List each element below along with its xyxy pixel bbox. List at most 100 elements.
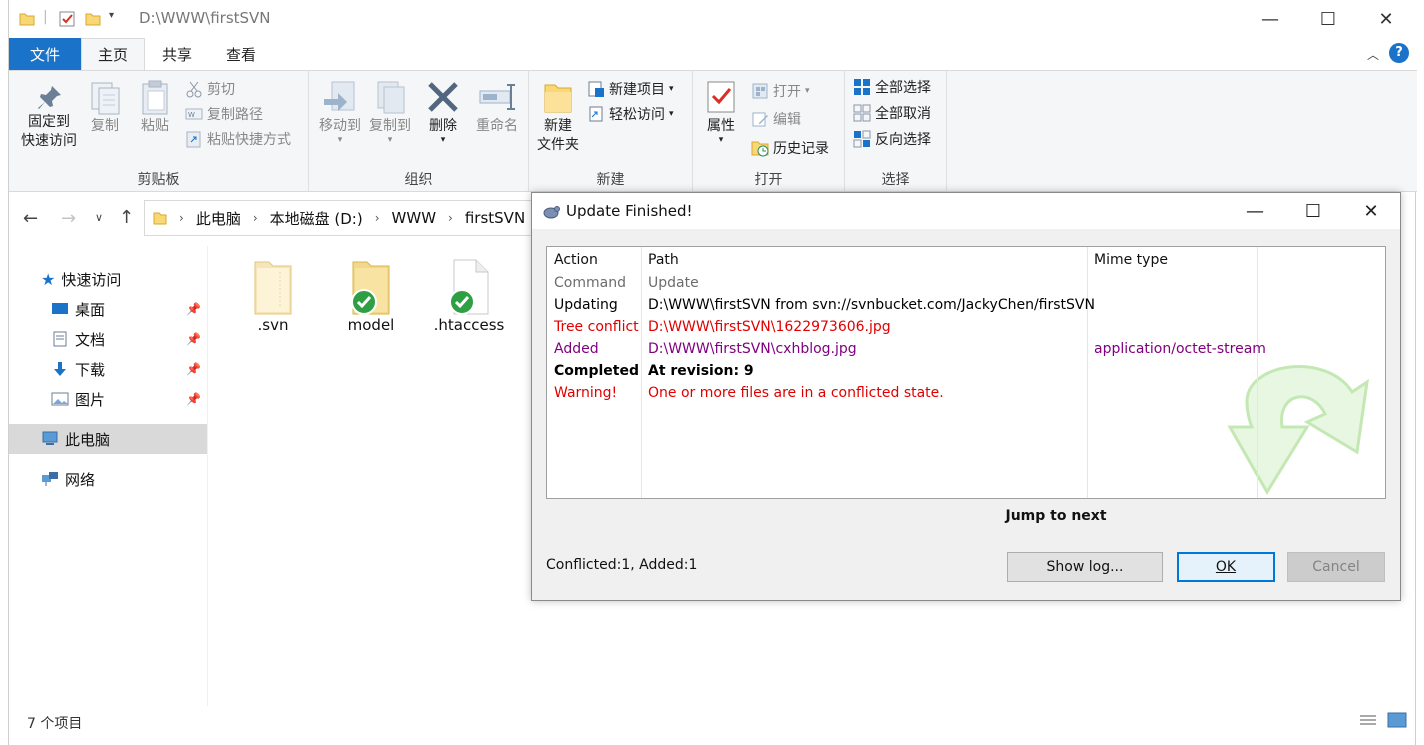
large-icons-view-icon[interactable] — [1387, 712, 1407, 728]
list-row[interactable]: Added D:\WWW\firstSVN\cxhblog.jpg applicat… — [547, 339, 1385, 361]
tab-share[interactable]: 共享 — [145, 38, 209, 70]
list-row[interactable]: Command Update — [547, 273, 1385, 295]
nav-documents[interactable]: 文档 📌 — [9, 324, 207, 354]
easy-access-button[interactable]: 轻松访问 ▾ — [587, 102, 674, 126]
cell-path: Update — [648, 275, 699, 291]
breadcrumb-local-disk[interactable]: 本地磁盘 (D:) — [270, 208, 363, 229]
edit-button[interactable]: 编辑 — [751, 107, 801, 131]
file-item-svn[interactable]: .svn — [228, 258, 318, 334]
jump-to-next-link[interactable]: Jump to next — [532, 508, 1400, 524]
nav-downloads[interactable]: 下载 📌 — [9, 354, 207, 384]
paste-button[interactable]: 粘贴 — [133, 79, 177, 136]
tab-file[interactable]: 文件 — [9, 38, 81, 70]
copy-path-icon: W — [185, 105, 203, 123]
chevron-right-icon: › — [179, 211, 184, 225]
breadcrumb-this-pc[interactable]: 此电脑 — [196, 208, 241, 229]
back-arrow-icon[interactable]: ← — [23, 208, 38, 229]
details-view-icon[interactable] — [1359, 714, 1377, 728]
new-folder-button[interactable]: 新建 文件夹 — [533, 79, 583, 155]
show-log-button[interactable]: Show log... — [1007, 552, 1163, 582]
list-row[interactable]: Completed At revision: 9 — [547, 361, 1385, 383]
new-folder-qat-icon[interactable] — [85, 11, 101, 27]
new-item-icon — [587, 80, 605, 98]
pin-icon[interactable]: 📌 — [186, 302, 201, 316]
file-name: model — [347, 316, 395, 334]
ribbon: 固定到 快速访问 复制 粘贴 剪切 W 复制路径 粘贴快捷方式 剪贴板 移动到 … — [9, 70, 1417, 192]
address-box[interactable]: › 此电脑 › 本地磁盘 (D:) › WWW › firstSVN — [144, 200, 534, 236]
dialog-title: Update Finished! — [566, 202, 693, 220]
copy-button[interactable]: 复制 — [83, 79, 127, 136]
list-row[interactable]: Updating D:\WWW\firstSVN from svn://svnbu… — [547, 295, 1385, 317]
file-item-model[interactable]: model — [326, 258, 416, 334]
ribbon-tabs: 文件 主页 共享 查看 ︿ ? — [9, 38, 1417, 70]
move-to-button[interactable]: 移动到 ▾ — [315, 79, 365, 145]
properties-qat-icon[interactable] — [59, 11, 75, 27]
svg-text:W: W — [188, 111, 195, 119]
properties-button[interactable]: 属性 ▾ — [701, 79, 741, 145]
paste-shortcut-button[interactable]: 粘贴快捷方式 — [185, 127, 291, 151]
select-none-button[interactable]: 全部取消 — [853, 101, 931, 125]
open-button[interactable]: 打开 ▾ — [751, 79, 810, 103]
pin-icon — [38, 86, 61, 109]
list-row[interactable]: Warning! One or more files are in a confl… — [547, 383, 1385, 405]
file-name: .svn — [257, 316, 289, 334]
qat-dropdown-icon[interactable]: ▾ — [109, 10, 114, 21]
history-button[interactable]: 历史记录 — [751, 136, 829, 160]
breadcrumb-firstsvn[interactable]: firstSVN — [465, 209, 525, 227]
copy-to-button[interactable]: 复制到 ▾ — [365, 79, 415, 145]
folder-icon — [19, 11, 35, 27]
scissors-icon — [185, 80, 203, 98]
cut-button[interactable]: 剪切 — [185, 77, 235, 101]
select-all-button[interactable]: 全部选择 — [853, 75, 931, 99]
pin-icon[interactable]: 📌 — [186, 332, 201, 346]
easy-access-icon — [587, 105, 605, 123]
copy-path-button[interactable]: W 复制路径 — [185, 102, 263, 126]
recent-locations-chevron-icon[interactable]: ∨ — [95, 211, 103, 224]
update-summary: Conflicted:1, Added:1 — [546, 557, 698, 573]
pin-quick-access-button[interactable]: 固定到 快速访问 — [17, 83, 81, 151]
rename-icon — [479, 84, 515, 110]
dialog-close-button[interactable]: ✕ — [1342, 193, 1400, 229]
nav-network[interactable]: 网络 — [9, 464, 207, 494]
maximize-button[interactable]: ☐ — [1299, 0, 1357, 38]
rename-button[interactable]: 重命名 — [469, 79, 525, 136]
forward-arrow-icon[interactable]: → — [61, 208, 76, 229]
breadcrumb-www[interactable]: WWW — [392, 209, 437, 227]
column-header-action[interactable]: Action — [554, 252, 598, 268]
tab-view[interactable]: 查看 — [209, 38, 273, 70]
pin-icon[interactable]: 📌 — [186, 362, 201, 376]
file-icon — [449, 259, 489, 315]
navigation-pane: ★ 快速访问 桌面 📌 文档 📌 下载 📌 图片 📌 此电脑 网络 — [9, 246, 207, 706]
cancel-button[interactable]: Cancel — [1287, 552, 1385, 582]
close-button[interactable]: ✕ — [1357, 0, 1415, 38]
file-item-htaccess[interactable]: .htaccess — [424, 258, 514, 334]
ok-button[interactable]: OK — [1177, 552, 1275, 582]
help-icon[interactable]: ? — [1389, 43, 1409, 63]
explorer-titlebar: | ▾ D:\WWW\firstSVN — ☐ ✕ — [9, 0, 1417, 38]
tab-home[interactable]: 主页 — [81, 38, 145, 70]
status-bar: 7 个项目 — [9, 706, 1417, 736]
column-header-path[interactable]: Path — [648, 252, 679, 268]
new-item-button[interactable]: 新建项目 ▾ — [587, 77, 674, 101]
select-all-icon — [853, 78, 871, 96]
up-arrow-icon[interactable]: ↑ — [119, 207, 134, 228]
nav-this-pc[interactable]: 此电脑 — [9, 424, 207, 454]
nav-pictures[interactable]: 图片 📌 — [9, 384, 207, 414]
invert-selection-button[interactable]: 反向选择 — [853, 127, 931, 151]
dialog-maximize-button[interactable]: ☐ — [1284, 193, 1342, 229]
documents-icon — [51, 331, 69, 347]
cell-mime: application/octet-stream — [1094, 341, 1266, 357]
update-results-list[interactable]: Action Path Mime type Command Update Updat… — [546, 246, 1386, 499]
dialog-minimize-button[interactable]: — — [1226, 193, 1284, 229]
pin-icon[interactable]: 📌 — [186, 392, 201, 406]
nav-quick-access[interactable]: ★ 快速访问 — [9, 264, 207, 294]
minimize-button[interactable]: — — [1241, 0, 1299, 38]
delete-button[interactable]: 删除 ▾ — [423, 79, 463, 145]
nav-desktop[interactable]: 桌面 📌 — [9, 294, 207, 324]
column-header-mime[interactable]: Mime type — [1094, 252, 1168, 268]
collapse-ribbon-icon[interactable]: ︿ — [1367, 46, 1379, 63]
pictures-icon — [51, 392, 69, 406]
new-folder-icon — [544, 84, 572, 113]
clipboard-group: 固定到 快速访问 复制 粘贴 剪切 W 复制路径 粘贴快捷方式 剪贴板 — [9, 71, 309, 191]
list-row[interactable]: Tree conflict D:\WWW\firstSVN\1622973606.… — [547, 317, 1385, 339]
